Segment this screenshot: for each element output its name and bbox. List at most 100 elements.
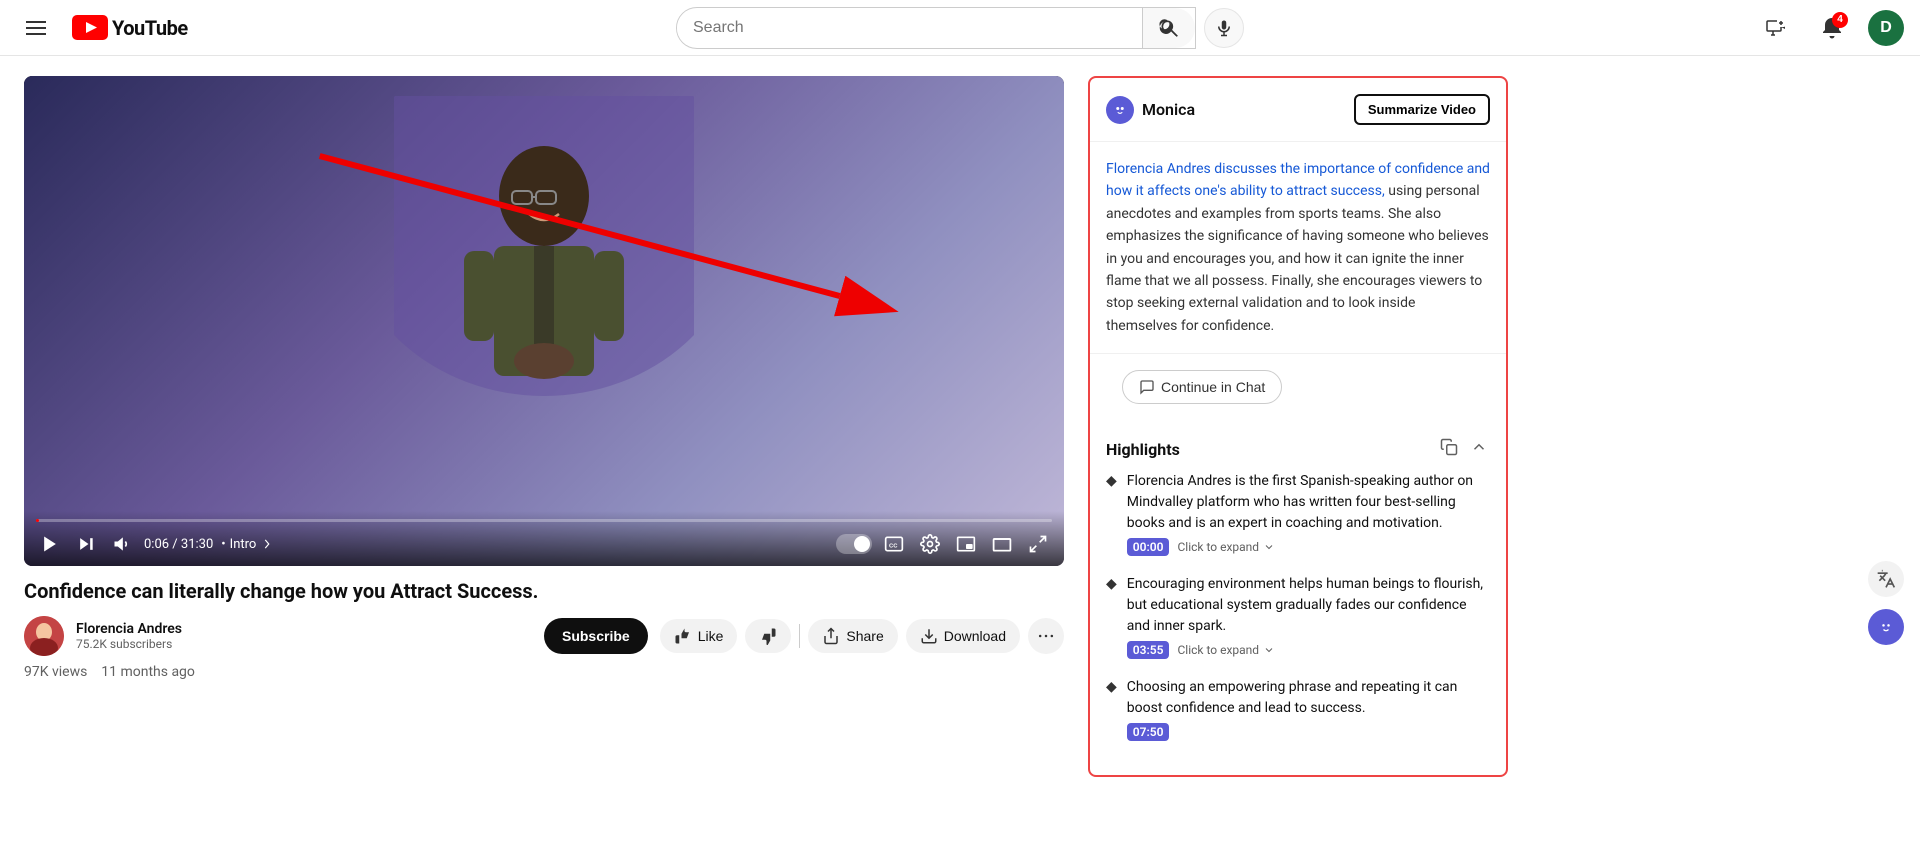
highlight-bullet-1: ◆ — [1106, 473, 1117, 556]
copy-highlights-button[interactable] — [1438, 436, 1460, 463]
video-meta-row: Florencia Andres 75.2K subscribers Subsc… — [24, 616, 1064, 656]
chapter-chevron-icon — [260, 537, 274, 551]
channel-avatar — [24, 616, 64, 656]
microphone-icon — [1215, 19, 1233, 37]
highlight-timestamp-row-2: 03:55 Click to expand — [1127, 641, 1490, 659]
video-frame — [24, 76, 1064, 566]
download-button[interactable]: Download — [906, 619, 1020, 653]
time-display: 0:06 / 31:30 — [144, 537, 213, 552]
like-button[interactable]: Like — [660, 619, 738, 653]
monica-name: Monica — [1142, 100, 1195, 119]
highlight-expand-1[interactable]: Click to expand — [1177, 540, 1275, 554]
microphone-button[interactable] — [1204, 8, 1244, 48]
video-player[interactable]: 0:06 / 31:30 • Intro CC — [24, 76, 1064, 566]
video-info: Confidence can literally change how you … — [24, 566, 1064, 700]
highlight-item-2: ◆ Encouraging environment helps human be… — [1106, 574, 1490, 659]
toggle-knob — [854, 536, 870, 552]
collapse-highlights-button[interactable] — [1468, 436, 1490, 463]
like-label: Like — [698, 628, 724, 644]
main-layout: 0:06 / 31:30 • Intro CC — [0, 56, 1920, 777]
highlight-timestamp-3[interactable]: 07:50 — [1127, 723, 1170, 741]
more-options-button[interactable] — [1028, 618, 1064, 654]
youtube-logo-icon — [72, 15, 108, 40]
settings-button[interactable] — [916, 530, 944, 558]
more-icon — [1036, 626, 1056, 646]
view-count: 97K views — [24, 664, 87, 680]
monica-logo-icon — [1111, 101, 1129, 119]
volume-button[interactable] — [108, 530, 136, 558]
download-label: Download — [944, 628, 1006, 644]
right-edge-buttons — [1868, 561, 1904, 645]
subscribe-button[interactable]: Subscribe — [544, 618, 648, 654]
create-button[interactable] — [1756, 8, 1796, 48]
nav-center — [216, 7, 1704, 49]
skip-next-button[interactable] — [72, 530, 100, 558]
action-buttons: Like Share Download — [660, 618, 1064, 654]
divider — [799, 624, 800, 648]
expand-chevron-icon-1 — [1263, 541, 1275, 553]
fullscreen-icon — [1028, 534, 1048, 554]
chat-icon — [1139, 379, 1155, 395]
progress-bar[interactable] — [36, 519, 1052, 522]
video-content-svg — [394, 96, 694, 546]
continue-chat-button[interactable]: Continue in Chat — [1122, 370, 1282, 404]
highlight-text-3: Choosing an empowering phrase and repeat… — [1127, 677, 1490, 719]
theater-icon — [992, 534, 1012, 554]
bullet: • — [221, 537, 225, 552]
share-button[interactable]: Share — [808, 619, 897, 653]
highlight-timestamp-row-3: 07:50 — [1127, 723, 1490, 741]
expand-label-2: Click to expand — [1177, 643, 1259, 657]
copy-icon — [1440, 438, 1458, 456]
highlight-timestamp-row-1: 00:00 Click to expand — [1127, 538, 1490, 556]
play-icon — [40, 534, 60, 554]
notifications-button[interactable]: 4 — [1812, 8, 1852, 48]
theater-mode-button[interactable] — [988, 530, 1016, 558]
progress-fill — [36, 519, 39, 522]
highlight-bullet-3: ◆ — [1106, 679, 1117, 741]
highlight-text-2: Encouraging environment helps human bein… — [1127, 574, 1490, 637]
video-stats: 97K views 11 months ago — [24, 656, 1064, 688]
highlights-header: Highlights — [1106, 424, 1490, 471]
subscriber-count: 75.2K subscribers — [76, 637, 532, 651]
video-title: Confidence can literally change how you … — [24, 578, 1064, 604]
dislike-icon — [759, 627, 777, 645]
controls-row: 0:06 / 31:30 • Intro CC — [36, 530, 1052, 558]
summarize-button[interactable]: Summarize Video — [1354, 94, 1490, 125]
chapter-badge: • Intro — [221, 537, 274, 552]
highlight-content-3: Choosing an empowering phrase and repeat… — [1127, 677, 1490, 741]
volume-icon — [112, 534, 132, 554]
dislike-button[interactable] — [745, 619, 791, 653]
help-icon — [1876, 617, 1896, 637]
highlights-list: ◆ Florencia Andres is the first Spanish-… — [1106, 471, 1490, 759]
help-button[interactable] — [1868, 609, 1904, 645]
highlight-content-2: Encouraging environment helps human bein… — [1127, 574, 1490, 659]
hamburger-menu-button[interactable] — [16, 8, 56, 48]
highlight-timestamp-2[interactable]: 03:55 — [1127, 641, 1170, 659]
summary-text: Florencia Andres discusses the importanc… — [1090, 142, 1506, 354]
highlight-item-3: ◆ Choosing an empowering phrase and repe… — [1106, 677, 1490, 741]
user-avatar-button[interactable]: D — [1868, 10, 1904, 46]
upload-date: 11 months ago — [101, 664, 195, 680]
autoplay-toggle[interactable] — [836, 534, 872, 554]
play-button[interactable] — [36, 530, 64, 558]
channel-avatar-image — [24, 616, 64, 656]
highlight-expand-2[interactable]: Click to expand — [1177, 643, 1275, 657]
subtitles-button[interactable]: CC — [880, 530, 908, 558]
highlights-actions — [1438, 436, 1490, 463]
collapse-icon — [1470, 438, 1488, 456]
miniplayer-button[interactable] — [952, 530, 980, 558]
like-icon — [674, 627, 692, 645]
fullscreen-button[interactable] — [1024, 530, 1052, 558]
video-controls: 0:06 / 31:30 • Intro CC — [24, 511, 1064, 566]
summary-highlight-1: Florencia Andres discusses the importanc… — [1106, 161, 1490, 199]
channel-info: Florencia Andres 75.2K subscribers — [76, 621, 532, 651]
notification-badge: 4 — [1832, 12, 1848, 28]
search-input[interactable] — [677, 11, 1142, 45]
monica-header: Monica Summarize Video — [1090, 78, 1506, 142]
search-button[interactable] — [1142, 8, 1195, 48]
translate-button[interactable] — [1868, 561, 1904, 597]
highlight-timestamp-1[interactable]: 00:00 — [1127, 538, 1170, 556]
share-icon — [822, 627, 840, 645]
youtube-logo-link[interactable]: YouTube — [72, 15, 188, 40]
highlights-title: Highlights — [1106, 440, 1180, 459]
